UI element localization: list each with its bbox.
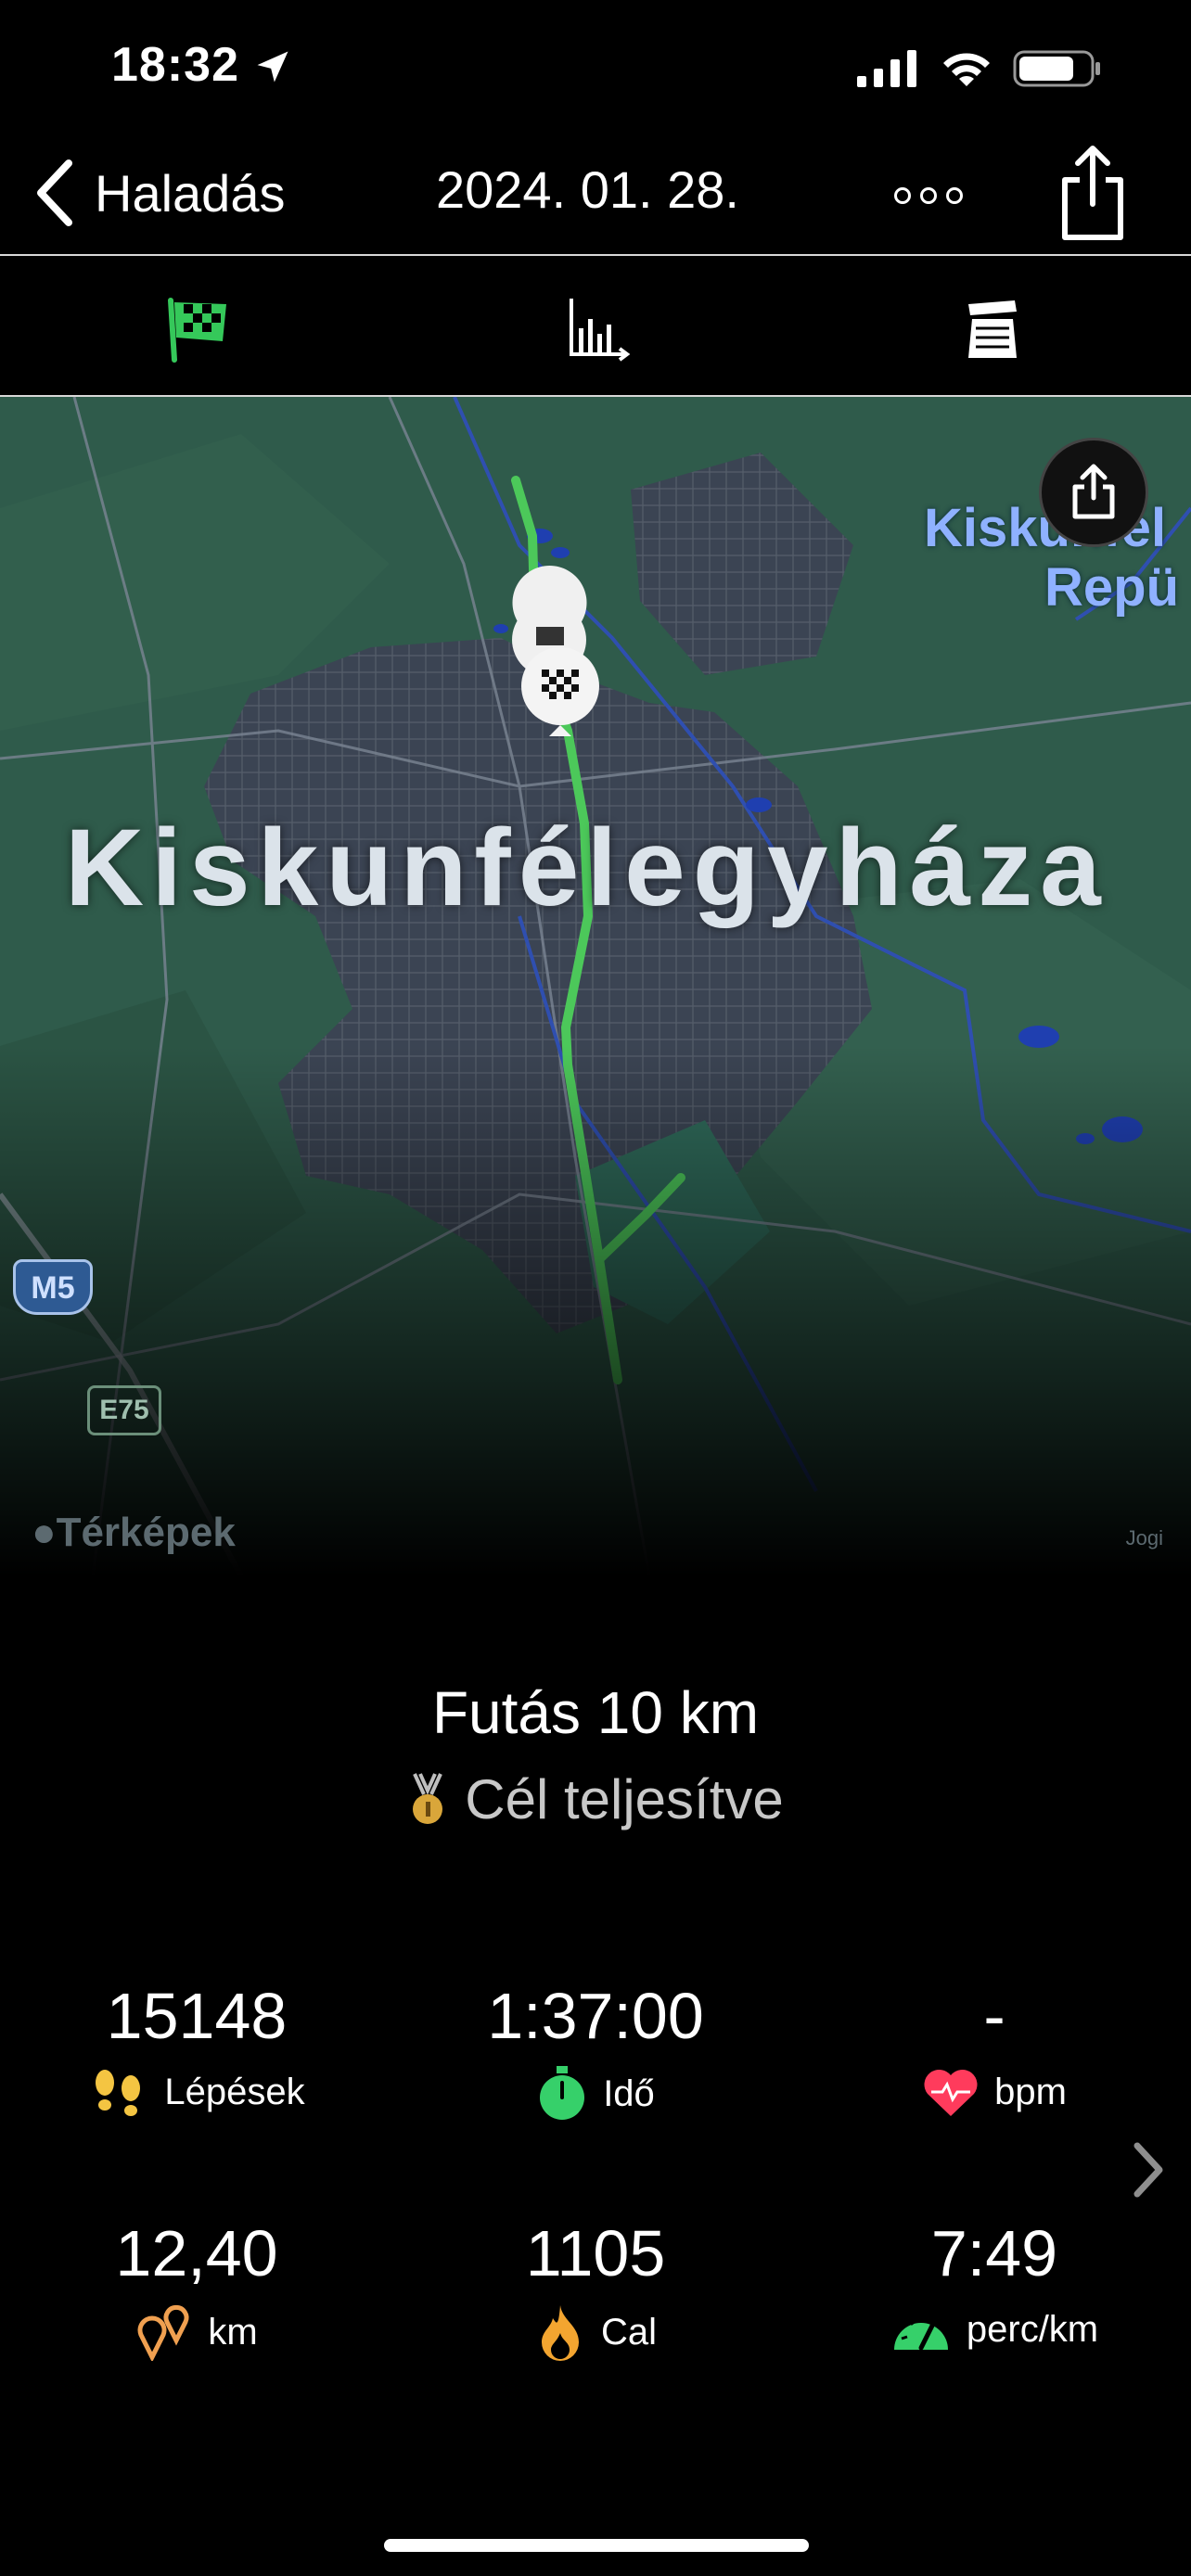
share-button[interactable] — [1056, 139, 1130, 250]
location-arrow-icon — [257, 51, 288, 83]
stat-calories: 1105 Cal — [401, 2216, 790, 2361]
stat-time: 1:37:00 Idő — [401, 1979, 790, 2122]
back-button[interactable]: Haladás — [33, 158, 285, 228]
workout-title: Futás 10 km — [431, 1679, 760, 1746]
dot-icon — [920, 187, 937, 204]
footprints-icon — [96, 2070, 141, 2116]
heart-icon — [924, 2069, 978, 2116]
tab-notes[interactable] — [955, 293, 1030, 367]
next-page-chevron-icon[interactable] — [1130, 2140, 1167, 2200]
stat-steps-value: 15148 — [106, 1980, 288, 2052]
wifi-icon — [943, 53, 990, 86]
dot-icon — [946, 187, 963, 204]
stat-distance: 12,40 km — [2, 2216, 391, 2361]
stat-calories-label: Cal — [600, 2311, 658, 2353]
route-map[interactable]: Kiskunfélegyháza Kiskunfél Repü M5 E75 ●… — [0, 397, 1191, 1576]
stat-pace-label: perc/km — [966, 2308, 1099, 2350]
stat-pace: 7:49 perc/km — [800, 2216, 1189, 2355]
location-pins-icon — [137, 2304, 189, 2361]
stat-time-label: Idő — [603, 2072, 655, 2114]
maps-attribution-label: Térképek — [56, 1510, 236, 1555]
road-shield-e75: E75 — [87, 1385, 161, 1435]
tab-chart[interactable] — [558, 293, 633, 367]
signal-icon — [857, 50, 916, 87]
status-time: 18:32 — [111, 38, 239, 92]
stat-heart-label: bpm — [994, 2071, 1067, 2112]
maps-legal-link[interactable]: Jogi — [1126, 1526, 1163, 1550]
home-indicator[interactable] — [384, 2539, 809, 2552]
medal-icon — [413, 1772, 443, 1824]
stat-steps: 15148 Lépések — [2, 1979, 391, 2118]
flame-icon — [541, 2305, 579, 2361]
stat-distance-value: 12,40 — [115, 2217, 278, 2289]
more-button[interactable] — [894, 187, 963, 204]
apple-logo-icon: ● — [32, 1510, 57, 1555]
speedometer-icon — [893, 2313, 948, 2351]
stat-time-value: 1:37:00 — [487, 1980, 704, 2052]
map-airport-line2: Repü — [1044, 557, 1179, 618]
stat-pace-value: 7:49 — [930, 2217, 1058, 2289]
stat-calories-value: 1105 — [525, 2217, 666, 2289]
dot-icon — [894, 187, 911, 204]
back-label: Haladás — [95, 163, 286, 223]
stat-heart-value: - — [983, 1980, 1005, 2052]
status-bar: 18:32 — [0, 0, 1191, 139]
map-share-button[interactable] — [1039, 438, 1148, 547]
map-city-label: Kiskunfélegyháza — [65, 807, 1108, 929]
maps-attribution[interactable]: ●Térképek — [32, 1510, 236, 1556]
chevron-left-icon — [37, 159, 72, 226]
nav-bar: Haladás 2024. 01. 28. — [0, 139, 1191, 256]
stat-heart: - bpm — [800, 1979, 1189, 2118]
goal-status-label: Cél teljesítve — [465, 1768, 784, 1830]
tab-route[interactable] — [161, 293, 236, 367]
share-icon — [1072, 464, 1115, 519]
road-shield-m5: M5 — [13, 1259, 93, 1315]
stopwatch-icon — [540, 2066, 585, 2120]
stat-steps-label: Lépések — [164, 2071, 305, 2112]
page-title: 2024. 01. 28. — [436, 160, 739, 219]
battery-icon — [1013, 50, 1100, 87]
goal-status: Cél teljesítve — [0, 1767, 1191, 1831]
stat-distance-label: km — [208, 2311, 258, 2353]
tab-bar — [0, 256, 1191, 397]
